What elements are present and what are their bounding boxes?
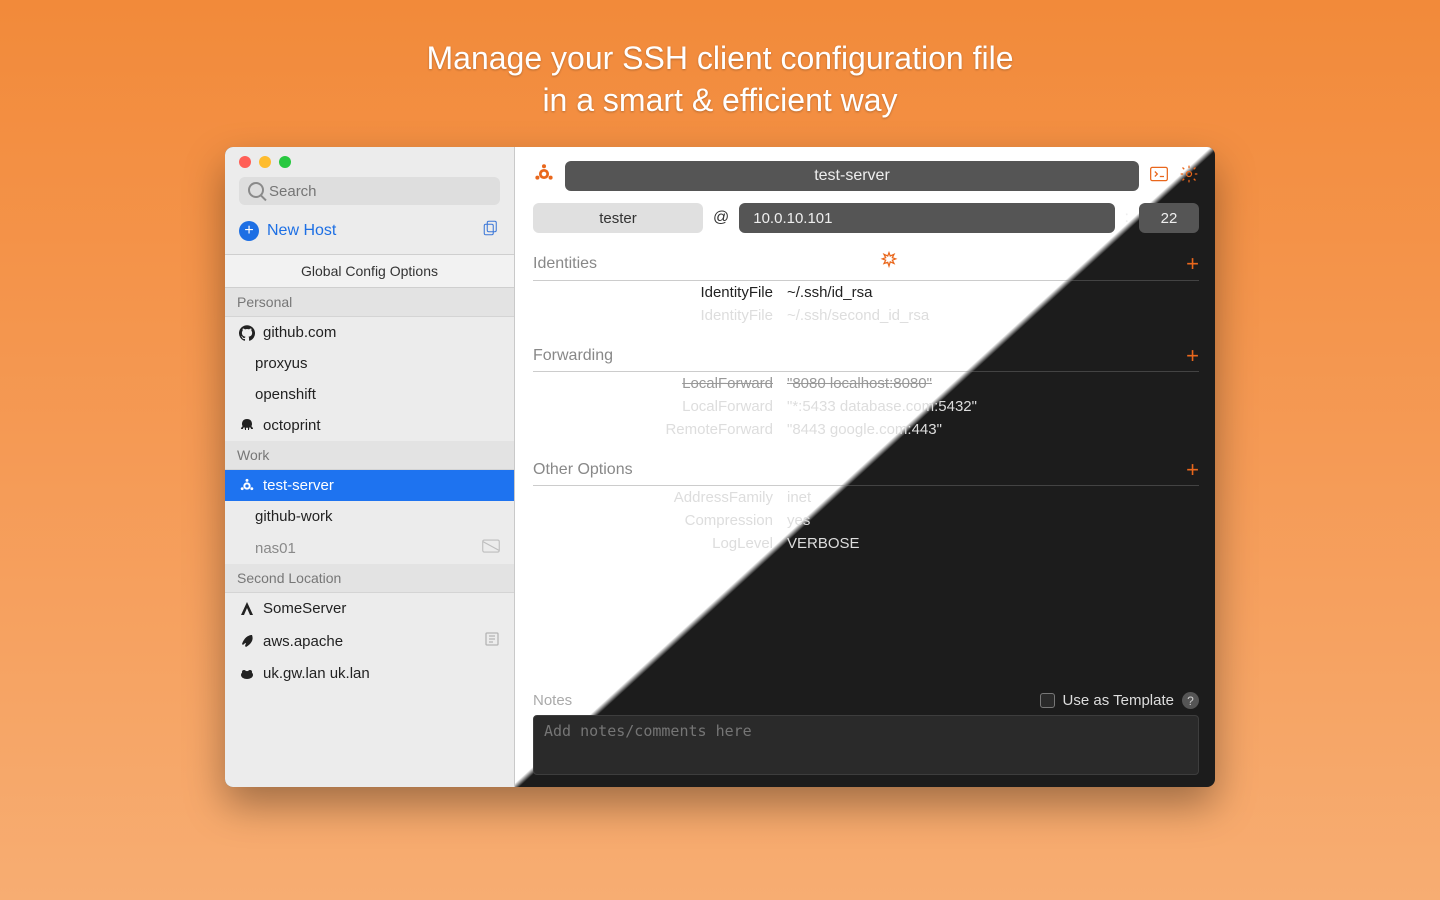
sidebar-host-item[interactable]: test-server <box>225 470 514 501</box>
new-host-label: New Host <box>267 222 336 240</box>
terminal-icon[interactable] <box>1149 164 1169 189</box>
config-row[interactable]: LocalForward "*:5433 database.com:5432" <box>533 395 1199 418</box>
config-row[interactable]: Compression yes <box>533 509 1199 532</box>
search-icon <box>248 182 264 198</box>
window-zoom[interactable] <box>279 156 291 168</box>
window-close[interactable] <box>239 156 251 168</box>
forwarding-title: Forwarding <box>533 347 613 365</box>
config-key: IdentityFile <box>533 284 773 301</box>
config-key: LocalForward <box>533 375 773 392</box>
ubuntu-icon <box>239 478 255 494</box>
detail-panel: @ : Identities + IdentityFile ~/.ssh/id_r… <box>515 147 1215 787</box>
host-label: openshift <box>255 386 316 403</box>
duplicate-icon[interactable] <box>482 219 500 242</box>
section-other: Other Options + AddressFamily inet Compres… <box>533 459 1199 555</box>
notes-textarea[interactable] <box>533 715 1199 775</box>
host-label: github.com <box>263 324 336 341</box>
wand-icon[interactable] <box>879 251 899 276</box>
octo-icon <box>239 418 255 434</box>
section-identities: Identities + IdentityFile~/.ssh/id_rsaId… <box>533 251 1199 327</box>
sidebar-host-item[interactable]: nas01 <box>225 532 514 564</box>
github-icon <box>239 325 255 341</box>
use-as-template-checkbox[interactable] <box>1040 693 1055 708</box>
sidebar-host-item[interactable]: octoprint <box>225 410 514 441</box>
config-key: LogLevel <box>533 535 773 552</box>
host-label: proxyus <box>255 355 308 372</box>
sidebar-host-item[interactable]: github.com <box>225 317 514 348</box>
app-window: + New Host Global Config Options Persona… <box>225 147 1215 787</box>
sidebar-host-item[interactable]: proxyus <box>225 348 514 379</box>
host-label: github-work <box>255 508 333 525</box>
sidebar-host-item[interactable]: SomeServer <box>225 593 514 624</box>
sidebar-host-item[interactable]: uk.gw.lan uk.lan <box>225 658 514 689</box>
host-label: test-server <box>263 477 334 494</box>
help-icon[interactable]: ? <box>1182 692 1199 709</box>
port-separator: : <box>1125 209 1129 227</box>
nosync-badge-icon <box>482 539 500 557</box>
plus-circle-icon: + <box>239 221 259 241</box>
config-value: "8443 google.com:443" <box>787 421 942 438</box>
sidebar: + New Host Global Config Options Persona… <box>225 147 515 787</box>
add-other[interactable]: + <box>1186 459 1199 481</box>
config-row[interactable]: IdentityFile ~/.ssh/second_id_rsa <box>533 304 1199 327</box>
config-key: AddressFamily <box>533 489 773 506</box>
host-label: nas01 <box>255 540 296 557</box>
sidebar-host-item[interactable]: github-work <box>225 501 514 532</box>
config-key: Compression <box>533 512 773 529</box>
hostname-field[interactable] <box>565 161 1139 191</box>
config-row[interactable]: IdentityFile ~/.ssh/id_rsa <box>533 281 1199 304</box>
sidebar-host-item[interactable]: openshift <box>225 379 514 410</box>
template-badge-icon <box>484 631 500 651</box>
port-field[interactable] <box>1139 203 1199 233</box>
config-row[interactable]: LogLevel VERBOSE <box>533 532 1199 555</box>
host-label: uk.gw.lan uk.lan <box>263 665 370 682</box>
notes-label: Notes <box>533 692 572 709</box>
gear-icon[interactable] <box>1179 164 1199 189</box>
config-value: yes <box>787 512 810 529</box>
config-row[interactable]: LocalForward "8080 localhost:8080" <box>533 372 1199 395</box>
config-value: VERBOSE <box>787 535 860 552</box>
host-label: SomeServer <box>263 600 346 617</box>
group-header[interactable]: Work <box>225 441 514 470</box>
ubuntu-icon <box>533 163 555 190</box>
group-header[interactable]: Personal <box>225 288 514 317</box>
new-host-button[interactable]: + New Host <box>225 213 514 254</box>
config-key: LocalForward <box>533 398 773 415</box>
hero-tagline: Manage your SSH client configuration fil… <box>427 38 1014 121</box>
host-label: aws.apache <box>263 633 343 650</box>
config-key: IdentityFile <box>533 307 773 324</box>
window-titlebar <box>225 147 514 177</box>
at-separator: @ <box>713 209 729 227</box>
config-value: inet <box>787 489 811 506</box>
config-value: "8080 localhost:8080" <box>787 375 932 392</box>
config-row[interactable]: RemoteForward "8443 google.com:443" <box>533 418 1199 441</box>
identities-title: Identities <box>533 255 597 273</box>
config-row[interactable]: AddressFamily inet <box>533 486 1199 509</box>
sidebar-host-item[interactable]: aws.apache <box>225 624 514 658</box>
address-field[interactable] <box>739 203 1114 233</box>
search-input[interactable] <box>239 177 500 205</box>
other-title: Other Options <box>533 461 633 479</box>
blob-icon <box>239 666 255 682</box>
hero-line1: Manage your SSH client configuration fil… <box>427 38 1014 80</box>
host-label: octoprint <box>263 417 321 434</box>
group-header[interactable]: Second Location <box>225 564 514 593</box>
config-value: ~/.ssh/second_id_rsa <box>787 307 929 324</box>
feather-icon <box>239 633 255 649</box>
config-value: ~/.ssh/id_rsa <box>787 284 872 301</box>
arch-icon <box>239 601 255 617</box>
add-identity[interactable]: + <box>1186 253 1199 275</box>
hero-line2: in a smart & efficient way <box>427 80 1014 122</box>
config-key: RemoteForward <box>533 421 773 438</box>
add-forwarding[interactable]: + <box>1186 345 1199 367</box>
use-as-template-label: Use as Template <box>1063 692 1174 709</box>
config-value: "*:5433 database.com:5432" <box>787 398 977 415</box>
user-field[interactable] <box>533 203 703 233</box>
global-config-options[interactable]: Global Config Options <box>225 254 514 288</box>
section-forwarding: Forwarding + LocalForward "8080 localhost… <box>533 345 1199 441</box>
window-minimize[interactable] <box>259 156 271 168</box>
